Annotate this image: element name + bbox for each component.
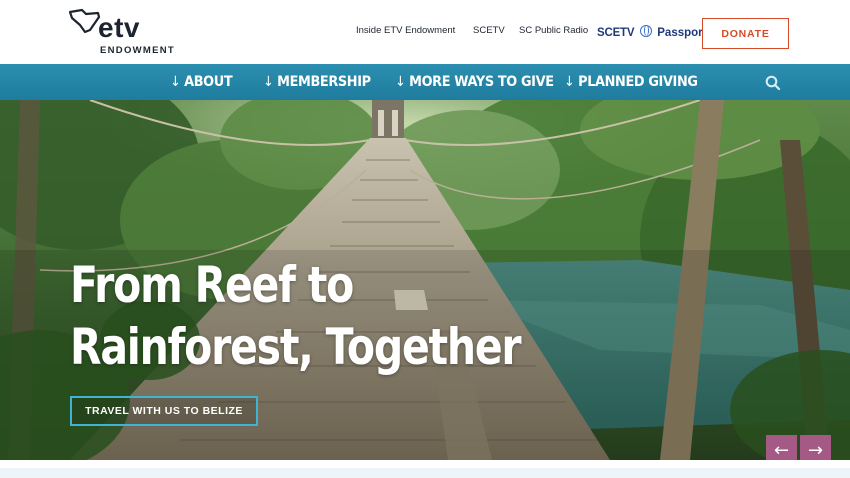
nav-item-label: MEMBERSHIP <box>277 74 371 90</box>
utility-link-inside-etv-endowment[interactable]: Inside ETV Endowment <box>356 25 455 36</box>
donate-button[interactable]: DONATE <box>702 18 789 49</box>
nav-item-label: ABOUT <box>184 74 233 90</box>
arrow-left-icon: ← <box>773 440 790 461</box>
sc-state-outline-icon <box>68 8 101 34</box>
arrow-down-icon: ↓ <box>395 74 406 90</box>
arrow-down-icon: ↓ <box>263 74 274 90</box>
hero-title: From Reef to Rainforest, Together <box>70 254 522 378</box>
content-start-strip <box>0 460 850 478</box>
scetv-passport-link[interactable]: SCETV Passport <box>597 23 706 39</box>
nav-item-membership[interactable]: ↓ MEMBERSHIP <box>263 64 371 100</box>
arrow-right-icon: → <box>807 440 824 461</box>
utility-link-sc-public-radio[interactable]: SC Public Radio <box>519 25 588 36</box>
logo-subtitle: ENDOWMENT <box>100 45 176 56</box>
section-band <box>0 468 850 478</box>
arrow-down-icon: ↓ <box>564 74 575 90</box>
passport-prefix: SCETV <box>597 27 635 39</box>
nav-item-about[interactable]: ↓ ABOUT <box>170 64 233 100</box>
etv-endowment-logo[interactable]: etv ENDOWMENT <box>68 8 188 58</box>
travel-to-belize-button[interactable]: TRAVEL WITH US TO BELIZE <box>70 396 258 426</box>
search-button[interactable] <box>764 74 782 92</box>
nav-item-planned-giving[interactable]: ↓ PLANNED GIVING <box>564 64 698 100</box>
search-icon <box>765 75 781 91</box>
nav-item-label: PLANNED GIVING <box>578 74 698 90</box>
nav-item-label: MORE WAYS TO GIVE <box>409 74 554 90</box>
utility-link-scetv[interactable]: SCETV <box>473 25 505 36</box>
logo-wordmark: etv <box>98 12 140 43</box>
nav-item-more-ways-to-give[interactable]: ↓ MORE WAYS TO GIVE <box>395 64 554 100</box>
hero-title-line-1: From Reef to <box>70 256 354 314</box>
passport-word: Passport <box>657 27 707 39</box>
main-nav: ↓ ABOUT ↓ MEMBERSHIP ↓ MORE WAYS TO GIVE… <box>0 64 850 100</box>
arrow-down-icon: ↓ <box>170 74 181 90</box>
site-header: etv ENDOWMENT Inside ETV Endowment SCETV… <box>0 0 850 64</box>
hero-title-line-2: Rainforest, Together <box>70 318 522 376</box>
passport-globe-icon <box>639 25 652 37</box>
